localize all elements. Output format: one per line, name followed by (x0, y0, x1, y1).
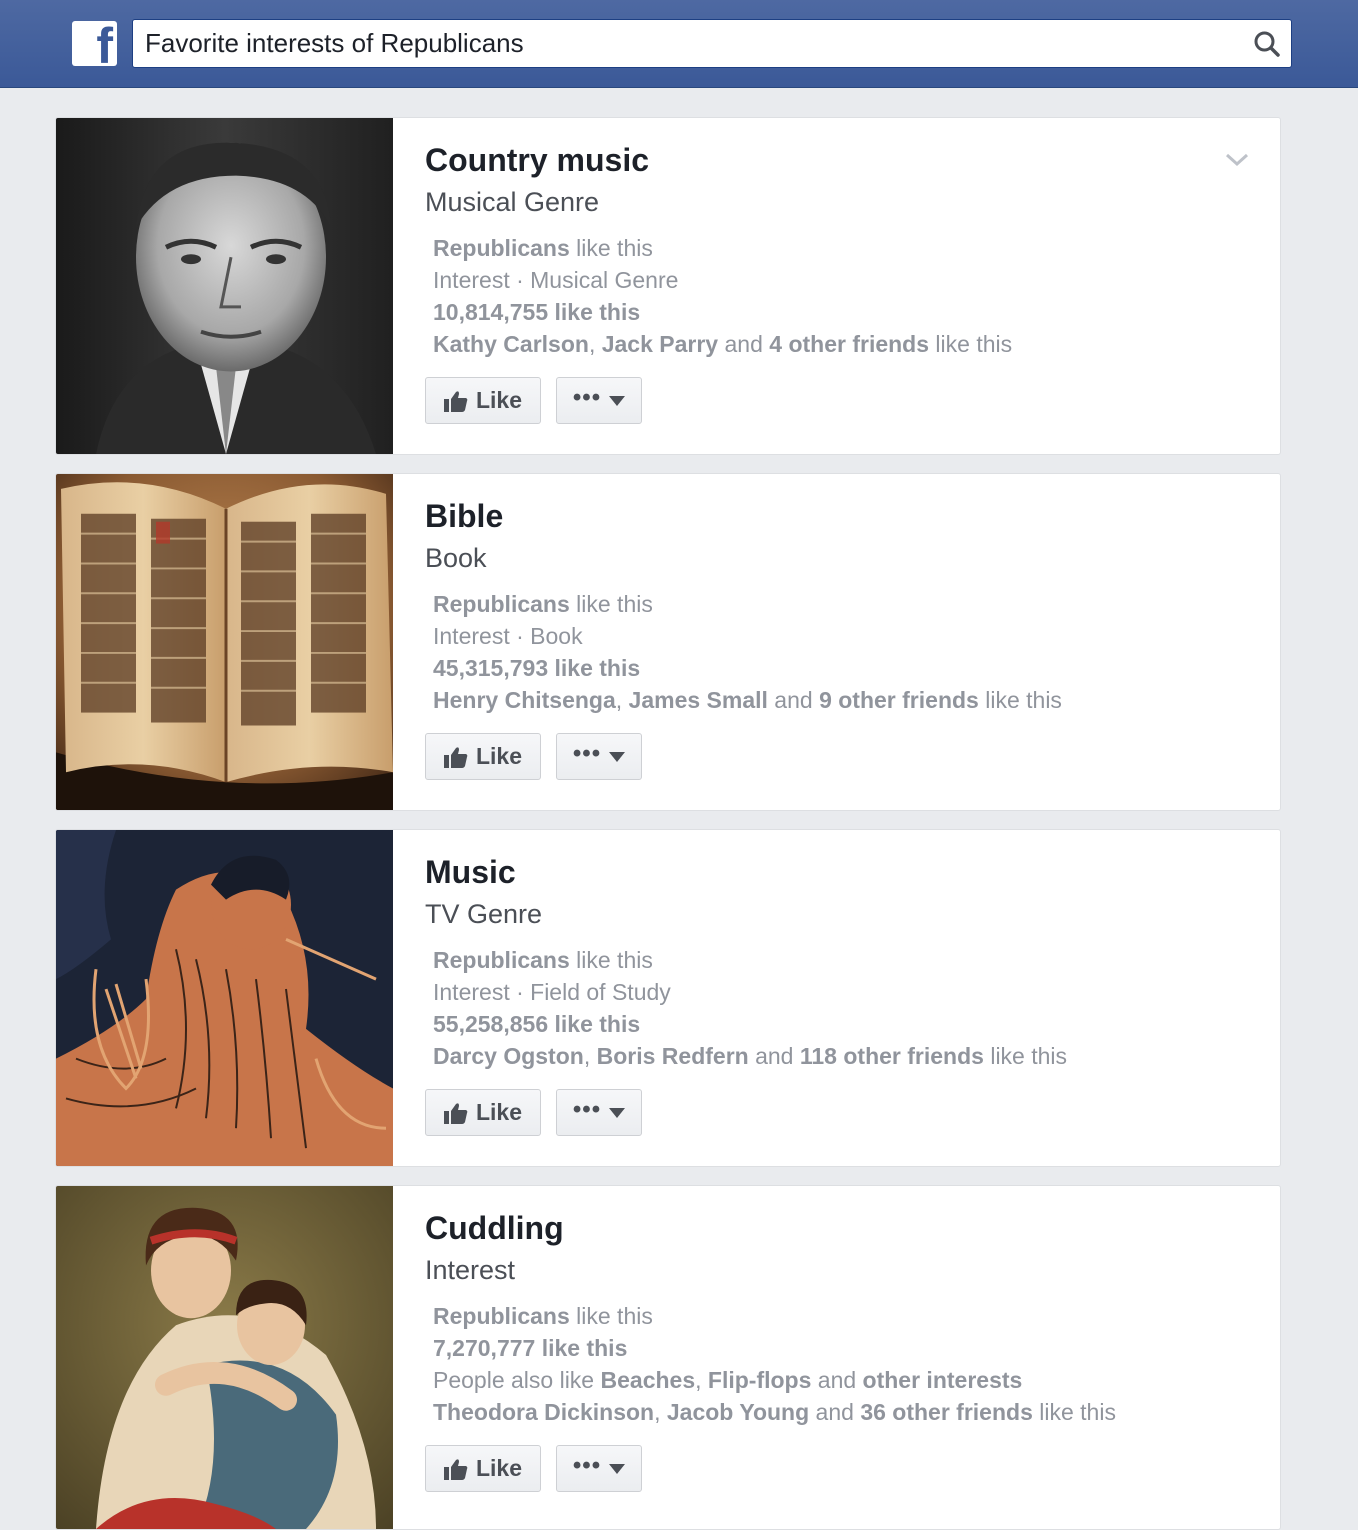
result-title[interactable]: Cuddling (425, 1208, 1260, 1248)
meta-line-category: Interest · Musical Genre (433, 267, 679, 293)
friend-link[interactable]: Jack Parry (602, 331, 718, 357)
result-card: Country music Musical Genre Republicans … (55, 117, 1281, 455)
result-title[interactable]: Country music (425, 140, 1260, 180)
thumbs-up-icon (443, 746, 468, 768)
meta-line-friends: Kathy Carlson, Jack Parry and 4 other fr… (433, 331, 1013, 357)
other-friends-link[interactable]: 4 other friends (769, 331, 929, 357)
more-options-button[interactable]: ••• (556, 1445, 642, 1492)
caret-down-icon (609, 1107, 626, 1118)
other-friends-link[interactable]: 118 other friends (800, 1043, 984, 1069)
meta-line-like-count: 7,270,777 like this (433, 1335, 628, 1361)
result-card: Bible Book Republicans like this Interes… (55, 473, 1281, 811)
other-friends-link[interactable]: 36 other friends (860, 1399, 1033, 1425)
caret-down-icon (609, 395, 626, 406)
meta-line-friends: Darcy Ogston, Boris Redfern and 118 othe… (433, 1043, 1068, 1069)
friend-link[interactable]: Boris Redfern (597, 1043, 749, 1069)
more-dots-icon: ••• (572, 739, 602, 767)
result-title[interactable]: Bible (425, 496, 1260, 536)
meta-line-like-count: 55,258,856 like this (433, 1011, 641, 1037)
meta-line-like-count: 45,315,793 like this (433, 655, 641, 681)
like-button[interactable]: Like (425, 733, 541, 780)
search-icon[interactable] (1253, 30, 1281, 58)
meta-line-like-count: 10,814,755 like this (433, 299, 641, 325)
meta-line-fans: Republicans like this (433, 235, 653, 261)
result-image-portrait-photo[interactable] (56, 118, 393, 454)
like-button-label: Like (475, 1455, 523, 1481)
facebook-logo-icon[interactable]: f (72, 21, 117, 66)
other-interests-link[interactable]: other interests (863, 1367, 1023, 1393)
meta-line-friends: Theodora Dickinson, Jacob Young and 36 o… (433, 1399, 1116, 1425)
fan-group-link[interactable]: Republicans (433, 947, 570, 973)
result-image-mother-child-painting[interactable] (56, 1186, 393, 1529)
more-dots-icon: ••• (572, 1095, 602, 1123)
caret-down-icon (609, 1463, 626, 1474)
meta-line-fans: Republicans like this (433, 591, 653, 617)
more-options-button[interactable]: ••• (556, 1089, 642, 1136)
friend-link[interactable]: Theodora Dickinson (433, 1399, 654, 1425)
facebook-logo-glyph: f (96, 21, 113, 66)
friend-link[interactable]: Henry Chitsenga (433, 687, 616, 713)
thumbs-up-icon (443, 1458, 468, 1480)
thumbs-up-icon (443, 390, 468, 412)
fan-group-link[interactable]: Republicans (433, 1303, 570, 1329)
meta-line-fans: Republicans like this (433, 1303, 653, 1329)
more-options-button[interactable]: ••• (556, 733, 642, 780)
like-button-label: Like (475, 387, 523, 413)
meta-line-related: People also like Beaches, Flip-flops and… (433, 1367, 1023, 1393)
result-subtitle: Interest (425, 1255, 516, 1285)
result-card: Cuddling Interest Republicans like this … (55, 1185, 1281, 1530)
search-box[interactable] (132, 19, 1292, 68)
friend-link[interactable]: James Small (629, 687, 768, 713)
chevron-down-icon[interactable] (1224, 152, 1250, 168)
like-button[interactable]: Like (425, 377, 541, 424)
result-title[interactable]: Music (425, 852, 1260, 892)
meta-line-fans: Republicans like this (433, 947, 653, 973)
top-bar: f (0, 0, 1358, 88)
like-button-label: Like (475, 1099, 523, 1125)
result-card: Music TV Genre Republicans like this Int… (55, 829, 1281, 1167)
related-interest-link[interactable]: Flip-flops (708, 1367, 811, 1393)
more-dots-icon: ••• (572, 383, 602, 411)
friend-link[interactable]: Jacob Young (667, 1399, 809, 1425)
fan-group-link[interactable]: Republicans (433, 591, 570, 617)
result-subtitle: Book (425, 543, 487, 573)
result-image-greek-vase-painting[interactable] (56, 830, 393, 1166)
more-options-button[interactable]: ••• (556, 377, 642, 424)
meta-line-category: Interest · Book (433, 623, 583, 649)
result-subtitle: TV Genre (425, 899, 543, 929)
result-subtitle: Musical Genre (425, 187, 600, 217)
friend-link[interactable]: Darcy Ogston (433, 1043, 584, 1069)
meta-line-friends: Henry Chitsenga, James Small and 9 other… (433, 687, 1062, 713)
related-interest-link[interactable]: Beaches (601, 1367, 696, 1393)
like-button[interactable]: Like (425, 1445, 541, 1492)
like-button-label: Like (475, 743, 523, 769)
meta-line-category: Interest · Field of Study (433, 979, 671, 1005)
other-friends-link[interactable]: 9 other friends (819, 687, 979, 713)
fan-group-link[interactable]: Republicans (433, 235, 570, 261)
result-image-open-book-photo[interactable] (56, 474, 393, 810)
more-dots-icon: ••• (572, 1451, 602, 1479)
like-button[interactable]: Like (425, 1089, 541, 1136)
thumbs-up-icon (443, 1102, 468, 1124)
search-input[interactable] (145, 20, 1225, 67)
friend-link[interactable]: Kathy Carlson (433, 331, 589, 357)
caret-down-icon (609, 751, 626, 762)
